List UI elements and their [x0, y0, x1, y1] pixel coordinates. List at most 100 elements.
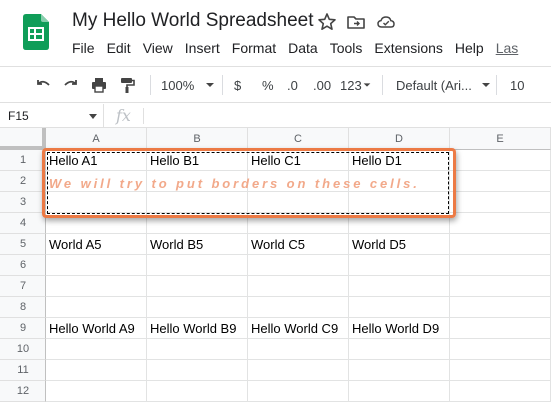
cell-c7[interactable] [248, 276, 349, 297]
cell-c12[interactable] [248, 381, 349, 402]
cell-b1[interactable]: Hello B1 [147, 150, 248, 171]
cell-a4[interactable] [46, 213, 147, 234]
row-header-4[interactable]: 4 [0, 213, 46, 234]
cell-e2[interactable] [450, 171, 551, 192]
last-edit-link[interactable]: Las [496, 40, 519, 56]
cell-a3[interactable] [46, 192, 147, 213]
row-header-1[interactable]: 1 [0, 150, 46, 171]
cell-d7[interactable] [349, 276, 450, 297]
row-header-2[interactable]: 2 [0, 171, 46, 192]
cell-c5[interactable]: World C5 [248, 234, 349, 255]
move-folder-icon[interactable] [346, 12, 366, 32]
cell-b5[interactable]: World B5 [147, 234, 248, 255]
menu-edit[interactable]: Edit [107, 40, 131, 56]
font-size-select[interactable]: 10 [510, 67, 524, 103]
cell-e3[interactable] [450, 192, 551, 213]
more-formats-button[interactable]: 123 [340, 67, 372, 103]
select-all-corner[interactable] [0, 128, 46, 150]
cell-a9[interactable]: Hello World A9 [46, 318, 147, 339]
menu-insert[interactable]: Insert [185, 40, 220, 56]
cell-d12[interactable] [349, 381, 450, 402]
percent-format-button[interactable]: % [262, 67, 274, 103]
menu-file[interactable]: File [72, 40, 95, 56]
cell-e9[interactable] [450, 318, 551, 339]
row-header-7[interactable]: 7 [0, 276, 46, 297]
cell-b8[interactable] [147, 297, 248, 318]
increase-decimal-button[interactable]: .00 [313, 67, 331, 103]
cell-b10[interactable] [147, 339, 248, 360]
cell-d10[interactable] [349, 339, 450, 360]
cell-b11[interactable] [147, 360, 248, 381]
currency-format-button[interactable]: $ [234, 67, 241, 103]
menu-view[interactable]: View [143, 40, 173, 56]
menu-extensions[interactable]: Extensions [374, 40, 442, 56]
cell-c4[interactable] [248, 213, 349, 234]
cell-a6[interactable] [46, 255, 147, 276]
row-header-3[interactable]: 3 [0, 192, 46, 213]
cell-d4[interactable] [349, 213, 450, 234]
menu-format[interactable]: Format [232, 40, 276, 56]
cell-e12[interactable] [450, 381, 551, 402]
cell-c8[interactable] [248, 297, 349, 318]
cell-e7[interactable] [450, 276, 551, 297]
cell-e4[interactable] [450, 213, 551, 234]
cell-d5[interactable]: World D5 [349, 234, 450, 255]
cell-d8[interactable] [349, 297, 450, 318]
cell-c3[interactable] [248, 192, 349, 213]
print-button[interactable] [90, 67, 108, 103]
cell-b9[interactable]: Hello World B9 [147, 318, 248, 339]
menu-help[interactable]: Help [455, 40, 484, 56]
column-header-d[interactable]: D [349, 128, 450, 150]
cell-e10[interactable] [450, 339, 551, 360]
row-header-10[interactable]: 10 [0, 339, 46, 360]
formula-input[interactable] [150, 104, 550, 128]
cell-a1[interactable]: Hello A1 [46, 150, 147, 171]
redo-button[interactable] [62, 67, 80, 103]
column-header-c[interactable]: C [248, 128, 349, 150]
font-family-select[interactable]: Default (Ari... [396, 67, 492, 103]
cell-a5[interactable]: World A5 [46, 234, 147, 255]
row-header-8[interactable]: 8 [0, 297, 46, 318]
cell-e5[interactable] [450, 234, 551, 255]
row-header-6[interactable]: 6 [0, 255, 46, 276]
menu-tools[interactable]: Tools [330, 40, 363, 56]
row-header-12[interactable]: 12 [0, 381, 46, 402]
cell-a7[interactable] [46, 276, 147, 297]
zoom-select[interactable]: 100% [161, 67, 216, 103]
cell-b12[interactable] [147, 381, 248, 402]
cell-c9[interactable]: Hello World C9 [248, 318, 349, 339]
cell-c6[interactable] [248, 255, 349, 276]
menu-data[interactable]: Data [288, 40, 318, 56]
cell-a11[interactable] [46, 360, 147, 381]
cell-d9[interactable]: Hello World D9 [349, 318, 450, 339]
cell-b7[interactable] [147, 276, 248, 297]
cell-d11[interactable] [349, 360, 450, 381]
row-header-5[interactable]: 5 [0, 234, 46, 255]
cell-e1[interactable] [450, 150, 551, 171]
cell-e8[interactable] [450, 297, 551, 318]
cell-a10[interactable] [46, 339, 147, 360]
row-header-11[interactable]: 11 [0, 360, 46, 381]
undo-button[interactable] [34, 67, 52, 103]
column-header-e[interactable]: E [450, 128, 551, 150]
sheets-logo-icon[interactable] [23, 14, 49, 50]
row-header-9[interactable]: 9 [0, 318, 46, 339]
cell-e6[interactable] [450, 255, 551, 276]
decrease-decimal-button[interactable]: .0 [287, 67, 298, 103]
cell-b4[interactable] [147, 213, 248, 234]
star-icon[interactable] [317, 12, 337, 32]
cell-c1[interactable]: Hello C1 [248, 150, 349, 171]
column-header-a[interactable]: A [46, 128, 147, 150]
cell-b6[interactable] [147, 255, 248, 276]
cell-c10[interactable] [248, 339, 349, 360]
cell-b3[interactable] [147, 192, 248, 213]
cell-e11[interactable] [450, 360, 551, 381]
paint-format-button[interactable] [118, 67, 136, 103]
column-header-b[interactable]: B [147, 128, 248, 150]
document-title[interactable]: My Hello World Spreadsheet [72, 10, 313, 32]
cell-c11[interactable] [248, 360, 349, 381]
cell-a8[interactable] [46, 297, 147, 318]
cell-d6[interactable] [349, 255, 450, 276]
cloud-saved-icon[interactable] [376, 12, 396, 32]
cell-a12[interactable] [46, 381, 147, 402]
